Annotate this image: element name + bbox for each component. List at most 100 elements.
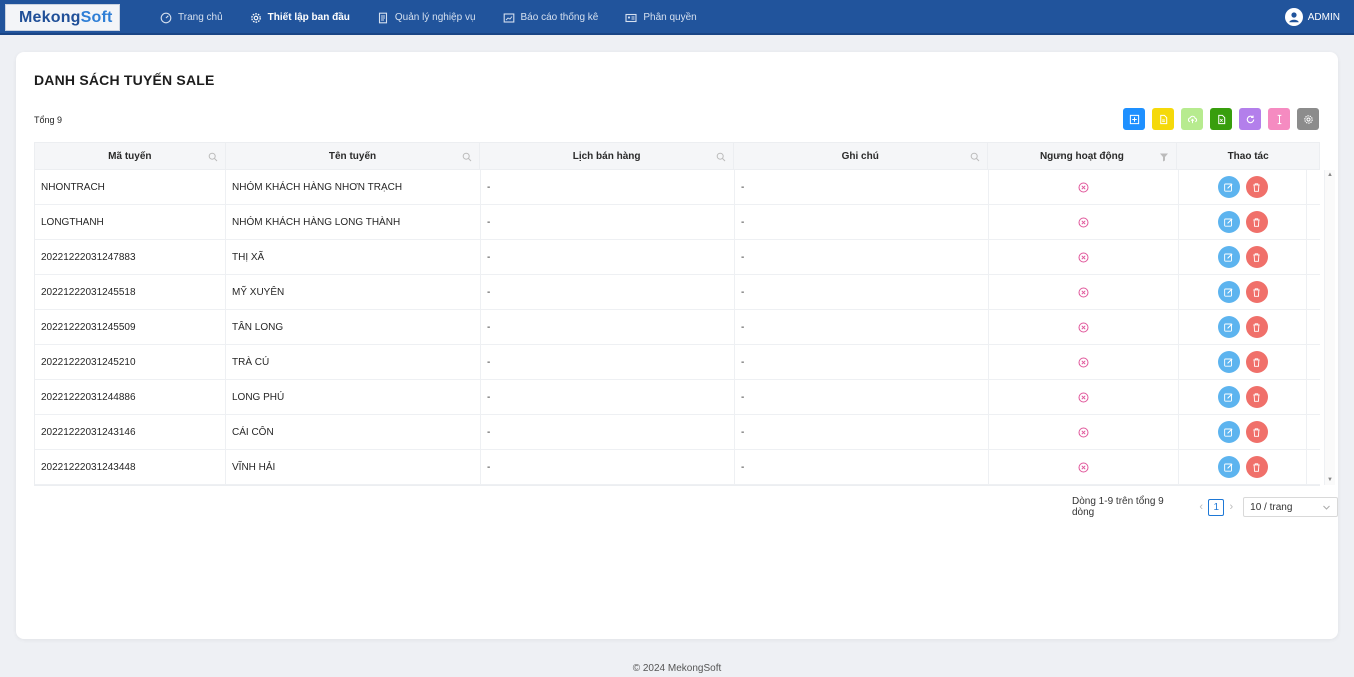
edit-button[interactable] bbox=[1217, 351, 1240, 373]
nav-item-reports[interactable]: Báo cáo thống kê bbox=[503, 12, 598, 24]
delete-button[interactable] bbox=[1245, 421, 1268, 443]
cell-route-code: NHONTRACH bbox=[35, 170, 226, 204]
top-navbar: Mekong Soft Trang chủ Thiết lập ban đầu Q… bbox=[0, 0, 1354, 35]
cell-route-code: 20221222031243448 bbox=[35, 450, 226, 484]
cell-sales-schedule: - bbox=[481, 205, 735, 239]
export-button[interactable] bbox=[1152, 108, 1174, 130]
nav-item-business[interactable]: Quản lý nghiệp vụ bbox=[377, 12, 476, 24]
table-row: NHONTRACH NHÓM KHÁCH HÀNG NHƠN TRẠCH - - bbox=[35, 170, 1320, 205]
edit-button[interactable] bbox=[1217, 211, 1240, 233]
header-note-label: Ghi chú bbox=[841, 150, 879, 162]
close-circle-icon bbox=[1078, 252, 1089, 262]
search-icon[interactable] bbox=[716, 152, 726, 162]
edit-icon bbox=[1224, 357, 1233, 367]
page-button-current[interactable]: 1 bbox=[1208, 498, 1225, 516]
trash-icon bbox=[1253, 357, 1260, 367]
edit-button[interactable] bbox=[1217, 281, 1240, 303]
cell-actions bbox=[1179, 240, 1307, 274]
user-menu[interactable]: ADMIN bbox=[1284, 8, 1340, 26]
cell-route-name: CÁI CÔN bbox=[226, 415, 481, 449]
edit-button[interactable] bbox=[1217, 316, 1240, 338]
search-icon[interactable] bbox=[208, 152, 218, 162]
close-circle-icon bbox=[1078, 217, 1089, 227]
brand-logo[interactable]: Mekong Soft bbox=[5, 4, 120, 31]
delete-button[interactable] bbox=[1245, 316, 1268, 338]
delete-button[interactable] bbox=[1245, 386, 1268, 408]
delete-button[interactable] bbox=[1245, 211, 1268, 233]
plus-square-icon bbox=[1129, 114, 1139, 124]
settings-button[interactable] bbox=[1297, 108, 1319, 130]
header-actions-label: Thao tác bbox=[1227, 150, 1269, 162]
nav-label-permissions: Phân quyền bbox=[643, 12, 697, 23]
table-row: 20221222031247883 THỊ XÃ - - bbox=[35, 240, 1320, 275]
reload-icon bbox=[1246, 114, 1254, 123]
edit-button[interactable] bbox=[1217, 421, 1240, 443]
nav-item-home[interactable]: Trang chủ bbox=[160, 12, 223, 24]
brand-part1: Mekong bbox=[19, 8, 81, 26]
cell-route-name: LONG PHÚ bbox=[226, 380, 481, 414]
cell-sales-schedule: - bbox=[481, 450, 735, 484]
cell-route-code: 20221222031243146 bbox=[35, 415, 226, 449]
page-size-select[interactable]: 10 / trang bbox=[1243, 497, 1338, 517]
main-card: DANH SÁCH TUYẾN SALE Tổng 9 Mã tuyến Tên… bbox=[16, 52, 1338, 639]
search-icon[interactable] bbox=[970, 152, 980, 162]
cell-inactive bbox=[989, 345, 1179, 379]
reload-button[interactable] bbox=[1239, 108, 1261, 130]
delete-button[interactable] bbox=[1245, 281, 1268, 303]
trash-icon bbox=[1253, 182, 1260, 192]
nav-label-home: Trang chủ bbox=[178, 12, 223, 23]
delete-button[interactable] bbox=[1245, 246, 1268, 268]
table-scrollbar[interactable]: ▲ ▼ bbox=[1324, 170, 1335, 485]
edit-icon bbox=[1224, 217, 1233, 227]
pagination: Dòng 1-9 trên tổng 9 dòng ‹ 1 › 10 / tra… bbox=[1072, 496, 1338, 518]
edit-button[interactable] bbox=[1217, 386, 1240, 408]
table-row: 20221222031245509 TÂN LONG - - bbox=[35, 310, 1320, 345]
edit-icon bbox=[1224, 252, 1233, 262]
dashboard-icon bbox=[160, 12, 172, 23]
prev-page-icon[interactable]: ‹ bbox=[1199, 501, 1203, 513]
cell-actions bbox=[1179, 310, 1307, 344]
cell-route-code: 20221222031245518 bbox=[35, 275, 226, 309]
report-icon bbox=[503, 12, 514, 23]
nav-label-business: Quản lý nghiệp vụ bbox=[394, 12, 476, 23]
next-page-icon[interactable]: › bbox=[1229, 501, 1233, 513]
cell-actions bbox=[1179, 415, 1307, 449]
add-button[interactable] bbox=[1123, 108, 1145, 130]
cell-sales-schedule: - bbox=[481, 310, 735, 344]
cell-note: - bbox=[735, 275, 989, 309]
delete-button[interactable] bbox=[1245, 351, 1268, 373]
cell-actions bbox=[1179, 380, 1307, 414]
cell-route-name: NHÓM KHÁCH HÀNG LONG THÀNH bbox=[226, 205, 481, 239]
column-width-button[interactable] bbox=[1268, 108, 1290, 130]
cell-route-name: THỊ XÃ bbox=[226, 240, 481, 274]
scroll-down-icon[interactable]: ▼ bbox=[1327, 477, 1333, 483]
cell-sales-schedule: - bbox=[481, 275, 735, 309]
scroll-up-icon[interactable]: ▲ bbox=[1327, 172, 1333, 178]
footer: © 2024 MekongSoft bbox=[632, 663, 722, 674]
cell-sales-schedule: - bbox=[481, 415, 735, 449]
delete-button[interactable] bbox=[1245, 176, 1268, 198]
page-title: DANH SÁCH TUYẾN SALE bbox=[34, 72, 215, 88]
document-icon bbox=[378, 12, 387, 23]
edit-button[interactable] bbox=[1217, 176, 1240, 198]
filter-icon[interactable] bbox=[1159, 152, 1169, 162]
routes-table: Mã tuyến Tên tuyến Lịch bán hàng Ghi chú… bbox=[34, 142, 1335, 486]
close-circle-icon bbox=[1078, 287, 1089, 297]
delete-button[interactable] bbox=[1245, 456, 1268, 478]
excel-button[interactable] bbox=[1210, 108, 1232, 130]
header-inactive-label: Ngưng hoạt động bbox=[1039, 150, 1124, 162]
header-sales-schedule: Lịch bán hàng bbox=[480, 143, 734, 169]
nav-item-initial-setup[interactable]: Thiết lập ban đầu bbox=[250, 12, 350, 24]
cell-note: - bbox=[735, 170, 989, 204]
edit-button[interactable] bbox=[1217, 456, 1240, 478]
search-icon[interactable] bbox=[462, 152, 472, 162]
edit-button[interactable] bbox=[1217, 246, 1240, 268]
cell-sales-schedule: - bbox=[481, 240, 735, 274]
cell-sales-schedule: - bbox=[481, 170, 735, 204]
cell-inactive bbox=[989, 275, 1179, 309]
nav-item-permissions[interactable]: Phân quyền bbox=[625, 12, 697, 24]
table-row: 20221222031244886 LONG PHÚ - - bbox=[35, 380, 1320, 415]
cell-inactive bbox=[989, 205, 1179, 239]
upload-button[interactable] bbox=[1181, 108, 1203, 130]
id-card-icon bbox=[625, 13, 637, 22]
